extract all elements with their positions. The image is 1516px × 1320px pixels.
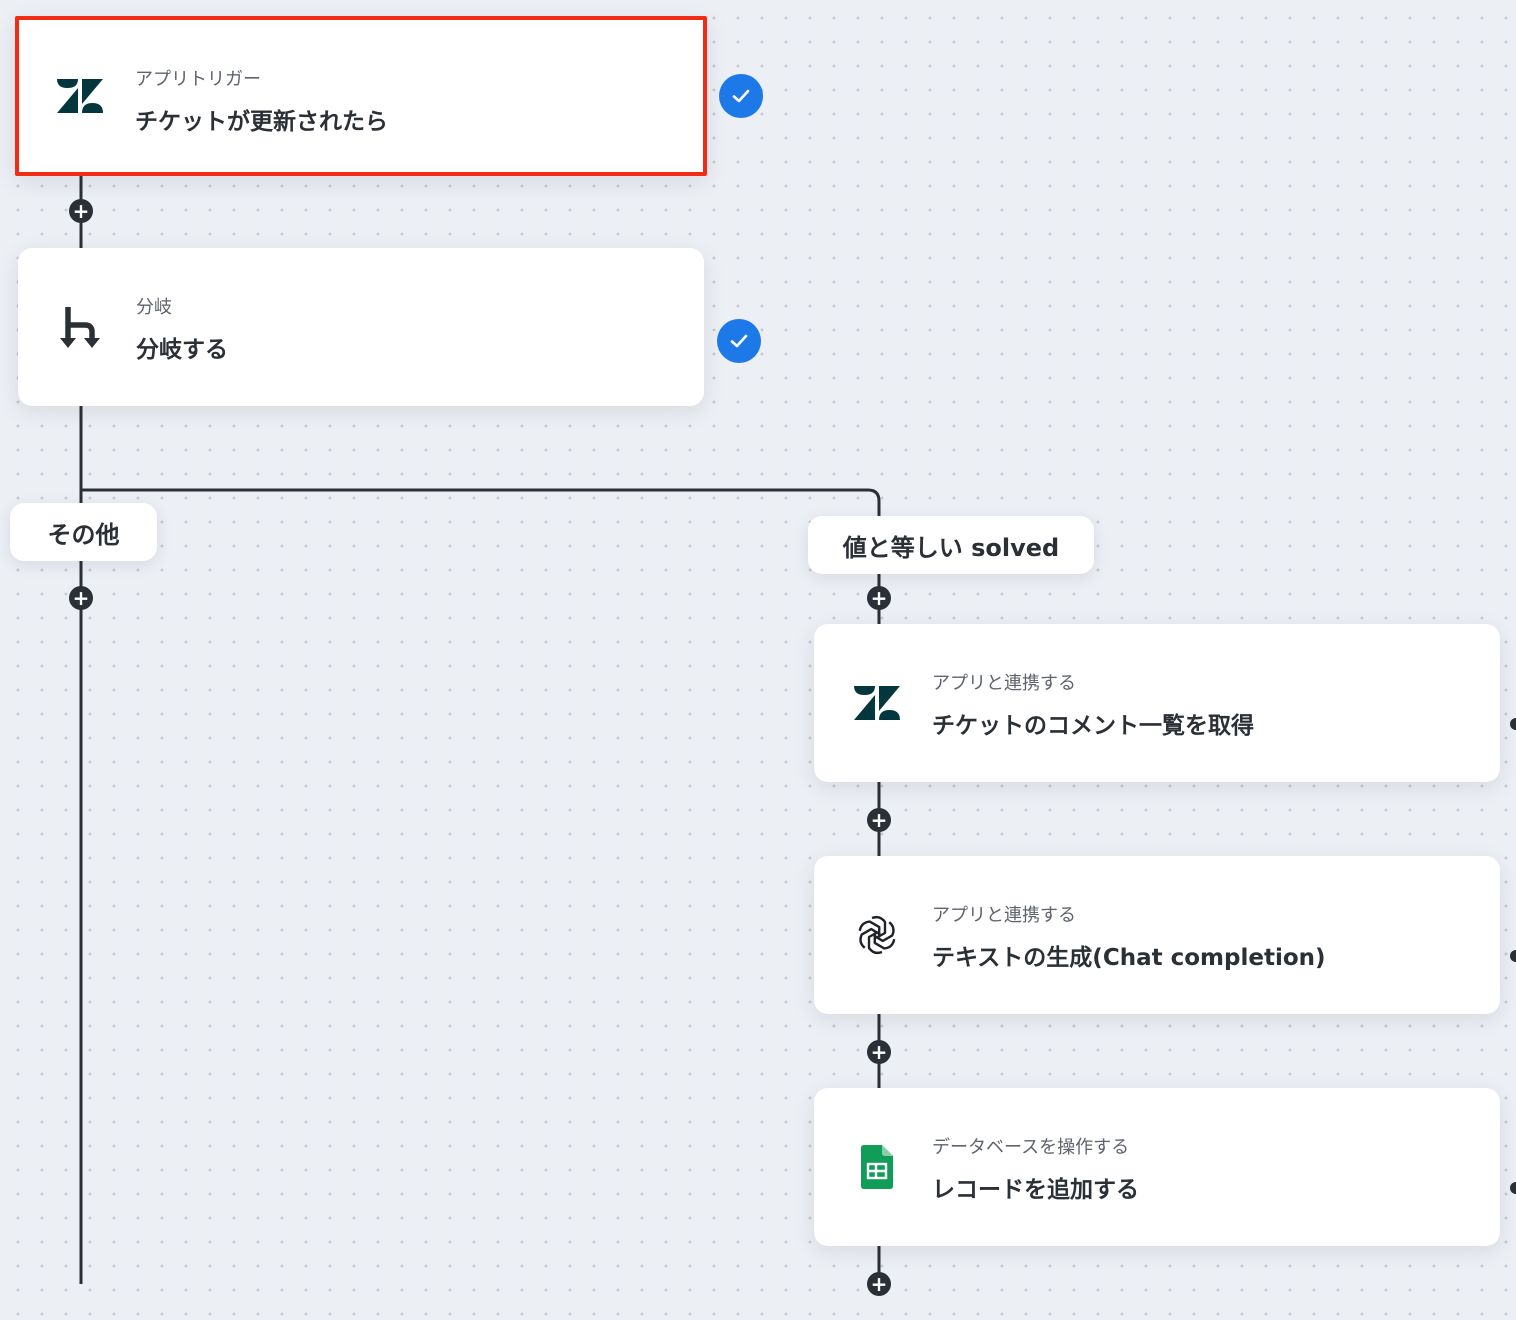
google-sheets-icon: [854, 1144, 900, 1190]
zendesk-icon: [854, 680, 900, 726]
trigger-title: チケットが更新されたら: [135, 109, 388, 135]
step-title: チケットのコメント一覧を取得: [932, 713, 1254, 739]
workflow-canvas: アプリトリガー チケットが更新されたら + 分岐 分岐する その他 値と等しい …: [0, 0, 1516, 1320]
branch-status-check-icon: [717, 319, 761, 363]
add-step-button[interactable]: +: [867, 1272, 891, 1296]
connection-handle[interactable]: [1510, 950, 1516, 962]
add-step-button[interactable]: +: [867, 808, 891, 832]
zendesk-icon: [57, 73, 103, 119]
step-title: レコードを追加する: [932, 1177, 1139, 1203]
step-subtitle: アプリと連携する: [932, 905, 1076, 926]
step-subtitle: データベースを操作する: [932, 1137, 1130, 1158]
openai-icon: [854, 912, 900, 958]
trigger-card[interactable]: アプリトリガー チケットが更新されたら: [15, 16, 707, 176]
connection-handle[interactable]: [1510, 1182, 1516, 1194]
step-card[interactable]: データベースを操作する レコードを追加する: [814, 1088, 1500, 1246]
add-step-button[interactable]: +: [69, 199, 93, 223]
trigger-status-check-icon: [719, 74, 763, 118]
connector-branch-split: [81, 488, 881, 516]
step-subtitle: アプリと連携する: [932, 673, 1076, 694]
add-step-button[interactable]: +: [867, 586, 891, 610]
add-step-button[interactable]: +: [69, 586, 93, 610]
branch-label-other[interactable]: その他: [10, 503, 157, 561]
step-title: テキストの生成(Chat completion): [932, 945, 1326, 971]
add-step-button[interactable]: +: [867, 1040, 891, 1064]
branch-icon: [58, 304, 104, 350]
branch-subtitle: 分岐: [136, 297, 172, 318]
step-card[interactable]: アプリと連携する テキストの生成(Chat completion): [814, 856, 1500, 1014]
branch-card[interactable]: 分岐 分岐する: [18, 248, 704, 406]
branch-label-solved[interactable]: 値と等しい solved: [808, 516, 1094, 574]
trigger-subtitle: アプリトリガー: [135, 69, 261, 90]
step-card[interactable]: アプリと連携する チケットのコメント一覧を取得: [814, 624, 1500, 782]
branch-title: 分岐する: [136, 337, 228, 363]
connection-handle[interactable]: [1510, 718, 1516, 730]
